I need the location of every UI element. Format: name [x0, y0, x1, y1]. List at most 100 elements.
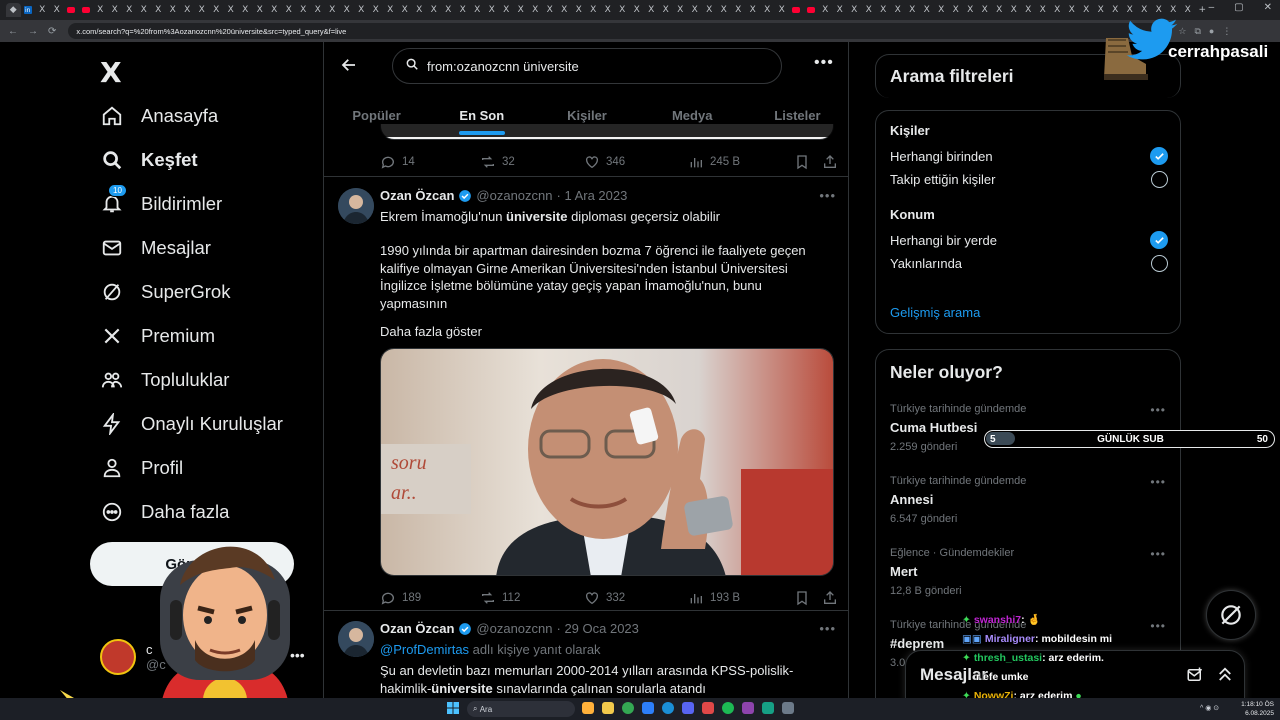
bookmark-icon[interactable]	[794, 154, 822, 170]
sidebar-item-premium[interactable]: Premium	[100, 314, 215, 358]
browser-tab[interactable]: X	[340, 3, 355, 17]
grok-floating-button[interactable]	[1206, 590, 1256, 640]
browser-tab[interactable]: X	[151, 3, 166, 17]
trend-item[interactable]: Türkiye tarihinde gündemde Annesi 6.547 gö…	[890, 475, 1168, 525]
browser-tab[interactable]: X	[253, 3, 268, 17]
browser-tab[interactable]: X	[383, 3, 398, 17]
browser-tab[interactable]: X	[166, 3, 181, 17]
browser-tab[interactable]: X	[543, 3, 558, 17]
views-button[interactable]: 193 B	[688, 590, 794, 606]
browser-tab[interactable]: X	[282, 3, 297, 17]
trend-more-icon[interactable]: •••	[1150, 547, 1166, 561]
like-button[interactable]: 332	[584, 590, 688, 606]
tab-lists[interactable]: Listeler	[745, 94, 848, 137]
browser-tab[interactable]	[64, 3, 79, 17]
browser-tab[interactable]: X	[644, 3, 659, 17]
sidebar-item-communities[interactable]: Topluluklar	[100, 358, 229, 402]
windows-start-icon[interactable]	[447, 702, 459, 714]
back-arrow-icon[interactable]	[340, 56, 358, 79]
browser-tab[interactable]: X	[1137, 3, 1152, 17]
reload-icon[interactable]: ⟳	[48, 26, 56, 37]
browser-tab[interactable]: in	[21, 3, 36, 17]
browser-tab[interactable]: X	[818, 3, 833, 17]
sidebar-item-messages[interactable]: Mesajlar	[100, 226, 211, 270]
discord-icon[interactable]	[682, 702, 694, 714]
x-logo[interactable]: X	[100, 56, 122, 89]
author-handle[interactable]: @ozanozcnn	[476, 621, 552, 636]
advanced-search-link[interactable]: Gelişmiş arama	[890, 305, 980, 320]
trend-item[interactable]: Eğlence · Gündemdekiler Mert 12,8 B gönder…	[890, 547, 1168, 597]
tweet-date[interactable]: · 1 Ara 2023	[557, 188, 628, 203]
browser-tab[interactable]: X	[470, 3, 485, 17]
tab-popular[interactable]: Popüler	[324, 94, 429, 137]
browser-tab[interactable]: X	[702, 3, 717, 17]
browser-tab[interactable]: X	[1123, 3, 1138, 17]
browser-tab[interactable]: X	[195, 3, 210, 17]
tweet-more-icon[interactable]: •••	[819, 188, 836, 203]
browser-tab[interactable]: X	[238, 3, 253, 17]
sidebar-item-supergrok[interactable]: SuperGrok	[100, 270, 230, 314]
browser-tab[interactable]: X	[992, 3, 1007, 17]
browser-tab[interactable]: X	[311, 3, 326, 17]
browser-tab[interactable]: X	[209, 3, 224, 17]
browser-tab[interactable]: X	[528, 3, 543, 17]
url-field[interactable]: x.com/search?q=%20from%3Aozanozcnn%20üni…	[68, 23, 1169, 39]
browser-tab[interactable]: X	[630, 3, 645, 17]
browser-tab[interactable]: X	[920, 3, 935, 17]
browser-tab[interactable]: X	[1166, 3, 1181, 17]
browser-tab[interactable]: X	[1108, 3, 1123, 17]
minimize-button[interactable]: –	[1209, 2, 1215, 13]
spotify-icon[interactable]	[722, 702, 734, 714]
browser-tab[interactable]: X	[35, 3, 50, 17]
reply-button[interactable]: 189	[380, 590, 480, 606]
browser-tab[interactable]: X	[601, 3, 616, 17]
forward-nav-icon[interactable]: →	[28, 26, 38, 37]
browser-tab[interactable]: X	[688, 3, 703, 17]
taskbar-search[interactable]: ⌕ Ara	[467, 701, 575, 717]
show-more-link[interactable]: Daha fazla göster	[380, 323, 830, 341]
browser-tab[interactable]: X	[1152, 3, 1167, 17]
search-options-icon[interactable]: •••	[814, 54, 834, 72]
browser-tab[interactable]: X	[963, 3, 978, 17]
browser-tab[interactable]: X	[1094, 3, 1109, 17]
browser-tab[interactable]: X	[50, 3, 65, 17]
tweet-date[interactable]: · 29 Oca 2023	[557, 621, 639, 636]
browser-tab[interactable]: X	[514, 3, 529, 17]
app-icon[interactable]	[742, 702, 754, 714]
browser-tab[interactable]: X	[1181, 3, 1196, 17]
author-name[interactable]: Ozan Özcan	[380, 188, 454, 203]
browser-tab[interactable]: X	[586, 3, 601, 17]
edge-icon[interactable]	[662, 702, 674, 714]
filter-location-anywhere[interactable]: Herhangi bir yerde	[890, 231, 1168, 249]
browser-tab[interactable]: X	[876, 3, 891, 17]
browser-tab[interactable]: ◆	[6, 3, 21, 17]
app-icon[interactable]	[702, 702, 714, 714]
browser-tab[interactable]: X	[1036, 3, 1051, 17]
share-icon[interactable]	[822, 154, 838, 170]
app-icon[interactable]	[762, 702, 774, 714]
browser-tab[interactable]: X	[224, 3, 239, 17]
author-name[interactable]: Ozan Özcan	[380, 621, 454, 636]
browser-tab[interactable]: X	[659, 3, 674, 17]
store-icon[interactable]	[642, 702, 654, 714]
browser-tab[interactable]: X	[108, 3, 123, 17]
browser-tab[interactable]: X	[557, 3, 572, 17]
share-icon[interactable]	[822, 590, 838, 606]
browser-tab[interactable]: X	[731, 3, 746, 17]
browser-tab[interactable]: X	[934, 3, 949, 17]
close-window-button[interactable]: ✕	[1264, 2, 1272, 13]
author-handle[interactable]: @ozanozcnn	[476, 188, 552, 203]
views-button[interactable]: 245 B	[688, 154, 794, 170]
browser-tab[interactable]: X	[1050, 3, 1065, 17]
widgets-icon[interactable]	[582, 702, 594, 714]
tab-people[interactable]: Kişiler	[534, 94, 639, 137]
browser-tab[interactable]: X	[369, 3, 384, 17]
browser-tab[interactable]: X	[1021, 3, 1036, 17]
tweet[interactable]: Ozan Özcan @ozanozcnn · 1 Ara 2023 ••• E…	[324, 178, 848, 611]
browser-tab[interactable]	[79, 3, 94, 17]
browser-tab[interactable]: X	[1065, 3, 1080, 17]
back-nav-icon[interactable]: ←	[8, 26, 18, 37]
browser-tab[interactable]: X	[949, 3, 964, 17]
expand-drawer-icon[interactable]	[1216, 665, 1234, 688]
sidebar-item-home[interactable]: Anasayfa	[100, 94, 218, 138]
